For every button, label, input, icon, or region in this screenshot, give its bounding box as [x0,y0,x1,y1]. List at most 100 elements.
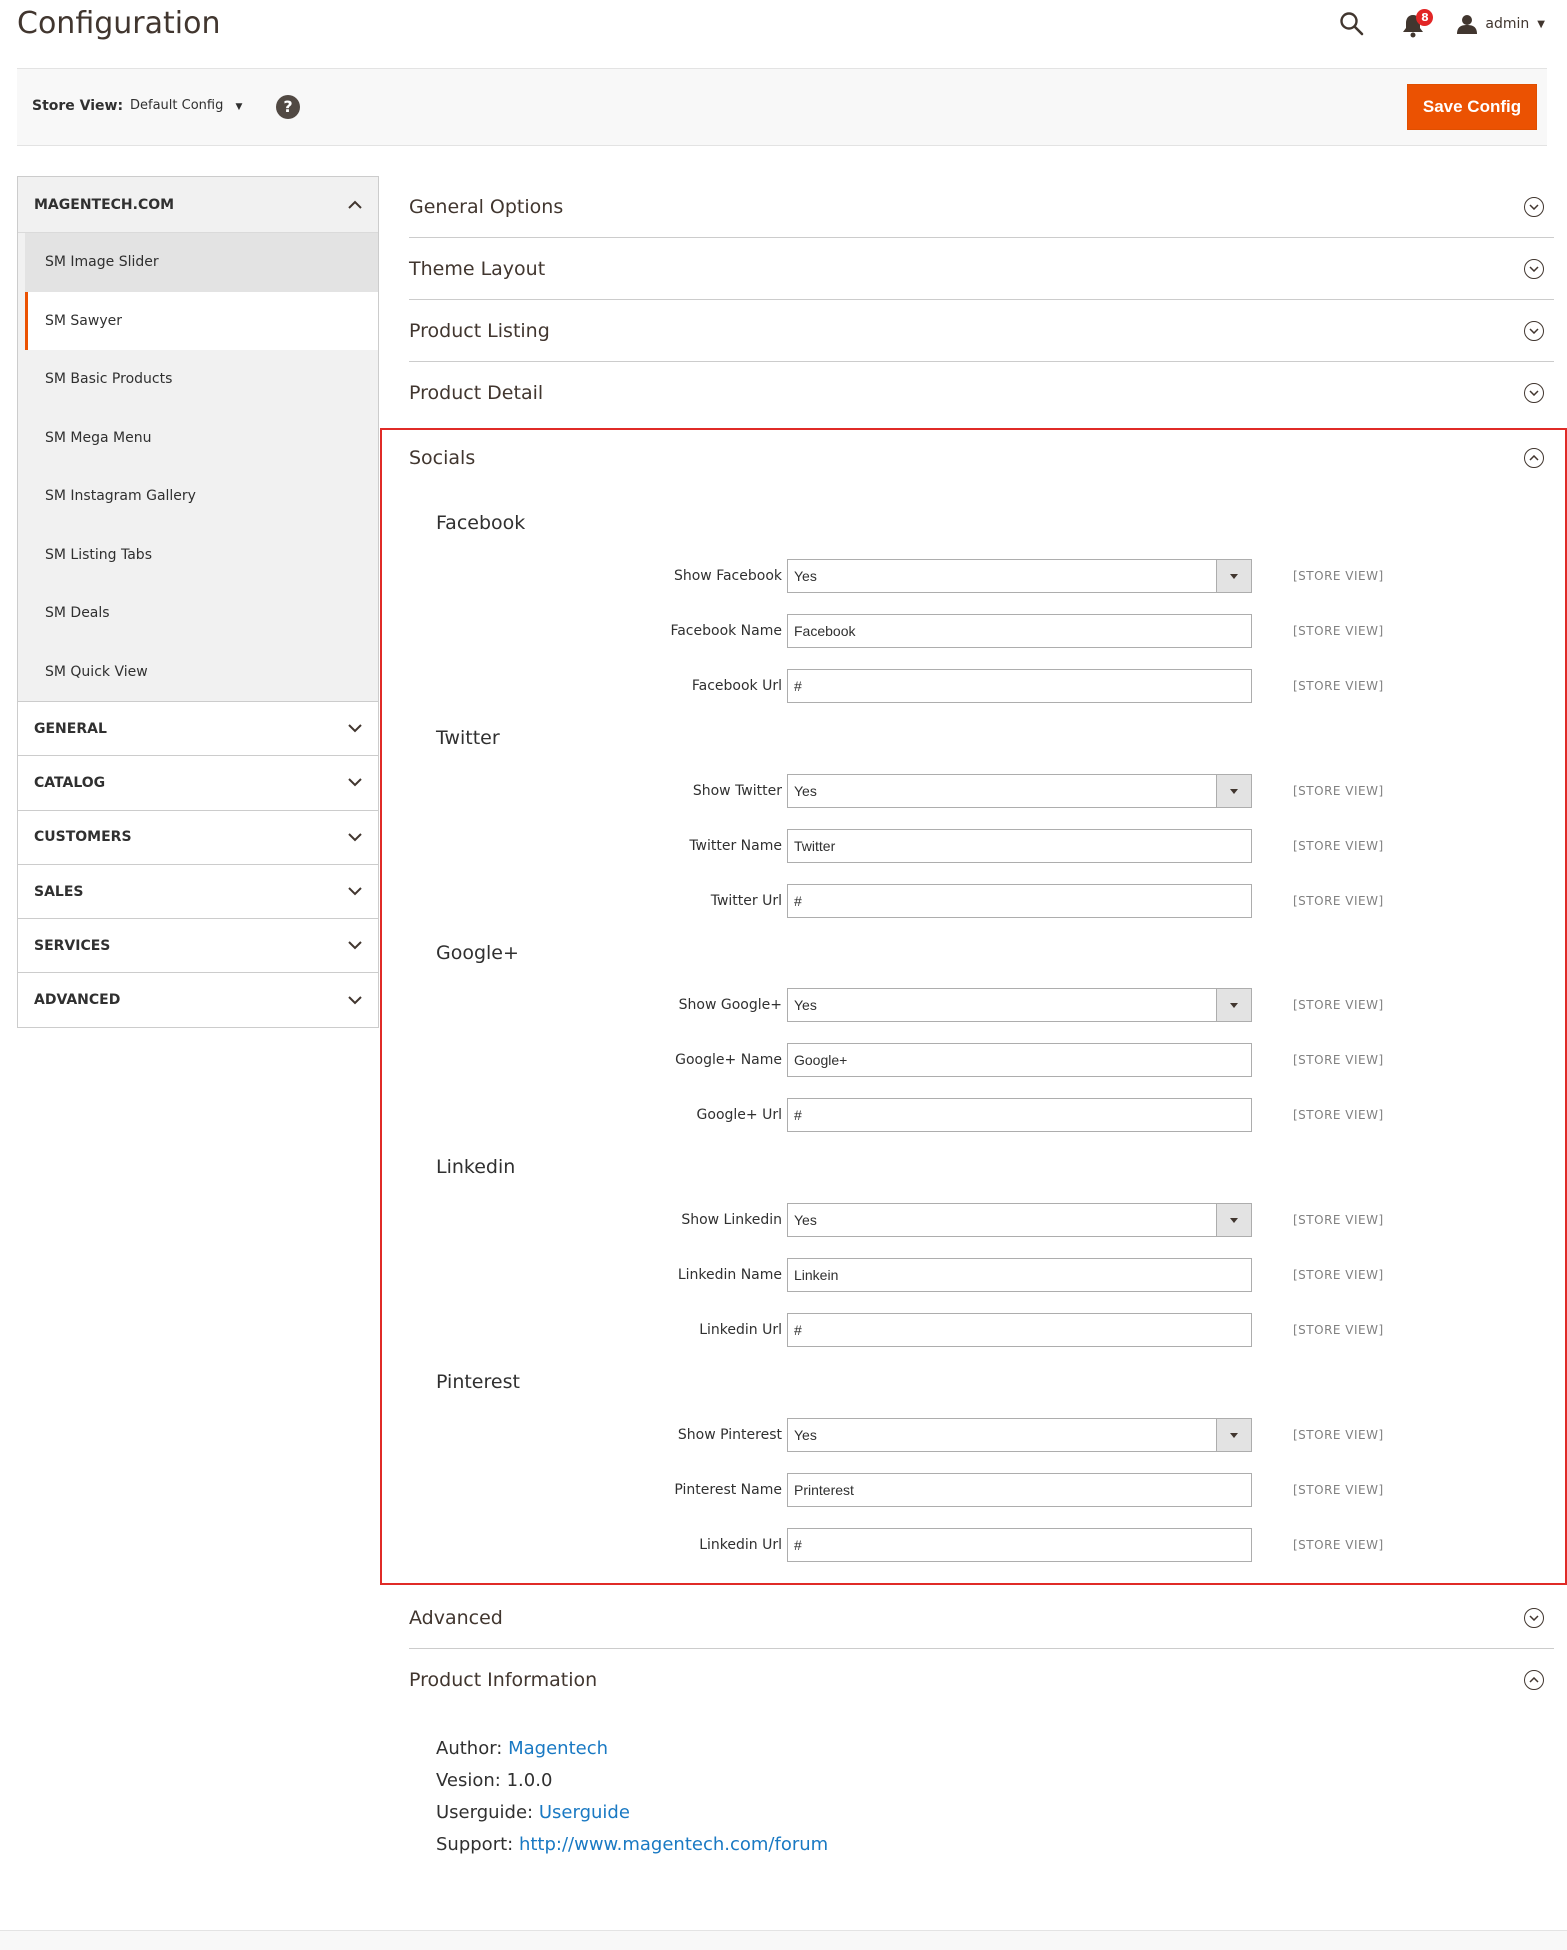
section-title: Advanced [409,1606,503,1629]
collapse-chevron-icon [1524,448,1544,468]
google-plus-url-input[interactable]: # [787,1098,1252,1132]
group-title-facebook: Facebook [436,512,526,534]
show-google-plus-select[interactable]: Yes [787,988,1252,1022]
linkedin-name-input[interactable]: Linkein [787,1258,1252,1292]
section-socials[interactable]: Socials [409,428,1554,488]
version-value: 1.0.0 [506,1770,553,1791]
google-plus-name-input[interactable]: Google+ [787,1043,1252,1077]
category-label: CUSTOMERS [34,829,132,846]
field-label: Linkedin Url [699,1322,782,1338]
save-config-button[interactable]: Save Config [1407,84,1537,130]
section-title: Product Detail [409,382,544,404]
support-link[interactable]: http://www.magentech.com/forum [519,1834,828,1855]
sidebar-category-sales[interactable]: SALES [17,864,379,920]
field-label: Show Google+ [678,997,782,1013]
sidebar-category-general[interactable]: GENERAL [17,702,379,757]
notifications-bell-icon[interactable]: 8 [1401,9,1434,39]
author-label: Author: [436,1738,503,1759]
facebook-name-input[interactable]: Facebook [787,614,1252,648]
sidebar-item-sm-listing-tabs[interactable]: SM Listing Tabs [25,526,378,585]
select-value: Yes [794,1212,817,1228]
field-label: Linkedin Name [677,1267,782,1283]
field-label: Show Facebook [673,568,782,584]
user-name: admin [1485,16,1530,32]
help-icon[interactable]: ? [276,95,300,119]
admin-user-menu[interactable]: admin ▼ [1457,14,1545,34]
sidebar-item-sm-basic-products[interactable]: SM Basic Products [25,350,378,409]
sidebar-group-header[interactable]: MAGENTECH.COM [18,177,378,233]
row-facebook-url: Facebook Url # [STORE VIEW] [409,669,1554,703]
version-row: Vesion: 1.0.0 [436,1765,828,1797]
config-sidebar: MAGENTECH.COM SM Image Slider SM Sawyer … [17,176,379,1028]
group-title-twitter: Twitter [436,727,500,749]
userguide-row: Userguide: Userguide [436,1797,828,1829]
show-linkedin-select[interactable]: Yes [787,1203,1252,1237]
row-pinterest-url: Linkedin Url # [STORE VIEW] [409,1528,1554,1562]
facebook-url-input[interactable]: # [787,669,1252,703]
store-view-select[interactable]: Default Config ▼ [130,98,242,113]
row-twitter-name: Twitter Name Twitter [STORE VIEW] [409,829,1554,863]
page-footer [0,1930,1567,1950]
section-product-listing[interactable]: Product Listing [409,300,1554,362]
chevron-up-icon [348,200,362,209]
version-label: Vesion: [436,1770,501,1791]
pinterest-name-input[interactable]: Printerest [787,1473,1252,1507]
expand-chevron-icon [1524,383,1544,403]
sidebar-category-catalog[interactable]: CATALOG [17,756,379,811]
section-title: Socials [409,447,476,469]
config-sections: General Options Theme Layout Product Lis… [409,176,1554,424]
store-view-label: Store View: [32,98,124,114]
sidebar-category-advanced[interactable]: ADVANCED [17,973,379,1028]
section-theme-layout[interactable]: Theme Layout [409,238,1554,300]
section-title: Theme Layout [409,257,546,280]
field-label: Linkedin Url [699,1537,782,1553]
store-view-bar: Store View: Default Config ▼ ? Save Conf… [17,68,1547,146]
expand-chevron-icon [1524,320,1544,341]
sidebar-item-sm-mega-menu[interactable]: SM Mega Menu [25,409,378,468]
support-label: Support: [436,1834,514,1855]
twitter-url-input[interactable]: # [787,884,1252,918]
row-google-plus-name: Google+ Name Google+ [STORE VIEW] [409,1043,1554,1077]
scope-label: [STORE VIEW] [1293,1268,1384,1282]
section-product-information[interactable]: Product Information [409,1649,1554,1711]
userguide-link[interactable]: Userguide [539,1802,630,1823]
show-pinterest-select[interactable]: Yes [787,1418,1252,1452]
group-title-google-plus: Google+ [436,942,519,964]
show-twitter-select[interactable]: Yes [787,774,1252,808]
section-title: General Options [409,195,564,218]
sidebar-item-sm-deals[interactable]: SM Deals [25,584,378,643]
field-label: Show Linkedin [681,1212,782,1228]
caret-down-icon: ▼ [235,102,243,112]
sidebar-item-sm-quick-view[interactable]: SM Quick View [25,643,378,702]
linkedin-url-input[interactable]: # [787,1313,1252,1347]
pinterest-url-input[interactable]: # [787,1528,1252,1562]
scope-label: [STORE VIEW] [1293,1213,1384,1227]
section-advanced[interactable]: Advanced [409,1587,1554,1649]
sidebar-group-magentech: MAGENTECH.COM SM Image Slider SM Sawyer … [17,176,379,702]
sidebar-item-sm-image-slider[interactable]: SM Image Slider [25,233,378,292]
section-product-detail[interactable]: Product Detail [409,362,1554,424]
sidebar-category-customers[interactable]: CUSTOMERS [17,810,379,865]
category-label: SALES [34,883,84,900]
select-arrow-icon [1216,989,1251,1021]
section-general-options[interactable]: General Options [409,176,1554,238]
field-label: Twitter Url [710,893,782,909]
show-facebook-select[interactable]: Yes [787,559,1252,593]
field-label: Facebook Url [691,678,782,694]
userguide-label: Userguide: [436,1802,534,1823]
sidebar-category-services[interactable]: SERVICES [17,919,379,974]
select-arrow-icon [1216,1204,1251,1236]
expand-chevron-icon [1524,196,1544,217]
select-arrow-icon [1216,560,1251,592]
row-show-twitter: Show Twitter Yes [STORE VIEW] [409,774,1554,808]
sidebar-item-sm-instagram-gallery[interactable]: SM Instagram Gallery [25,467,378,526]
search-icon[interactable] [1339,11,1365,37]
author-row: Author: Magentech [436,1733,828,1765]
chevron-down-icon [348,778,362,787]
twitter-name-input[interactable]: Twitter [787,829,1252,863]
author-link[interactable]: Magentech [508,1738,608,1759]
scope-label: [STORE VIEW] [1293,1483,1384,1497]
config-sections-after: Advanced Product Information [409,1587,1554,1711]
row-linkedin-name: Linkedin Name Linkein [STORE VIEW] [409,1258,1554,1292]
sidebar-item-sm-sawyer[interactable]: SM Sawyer [25,291,378,350]
